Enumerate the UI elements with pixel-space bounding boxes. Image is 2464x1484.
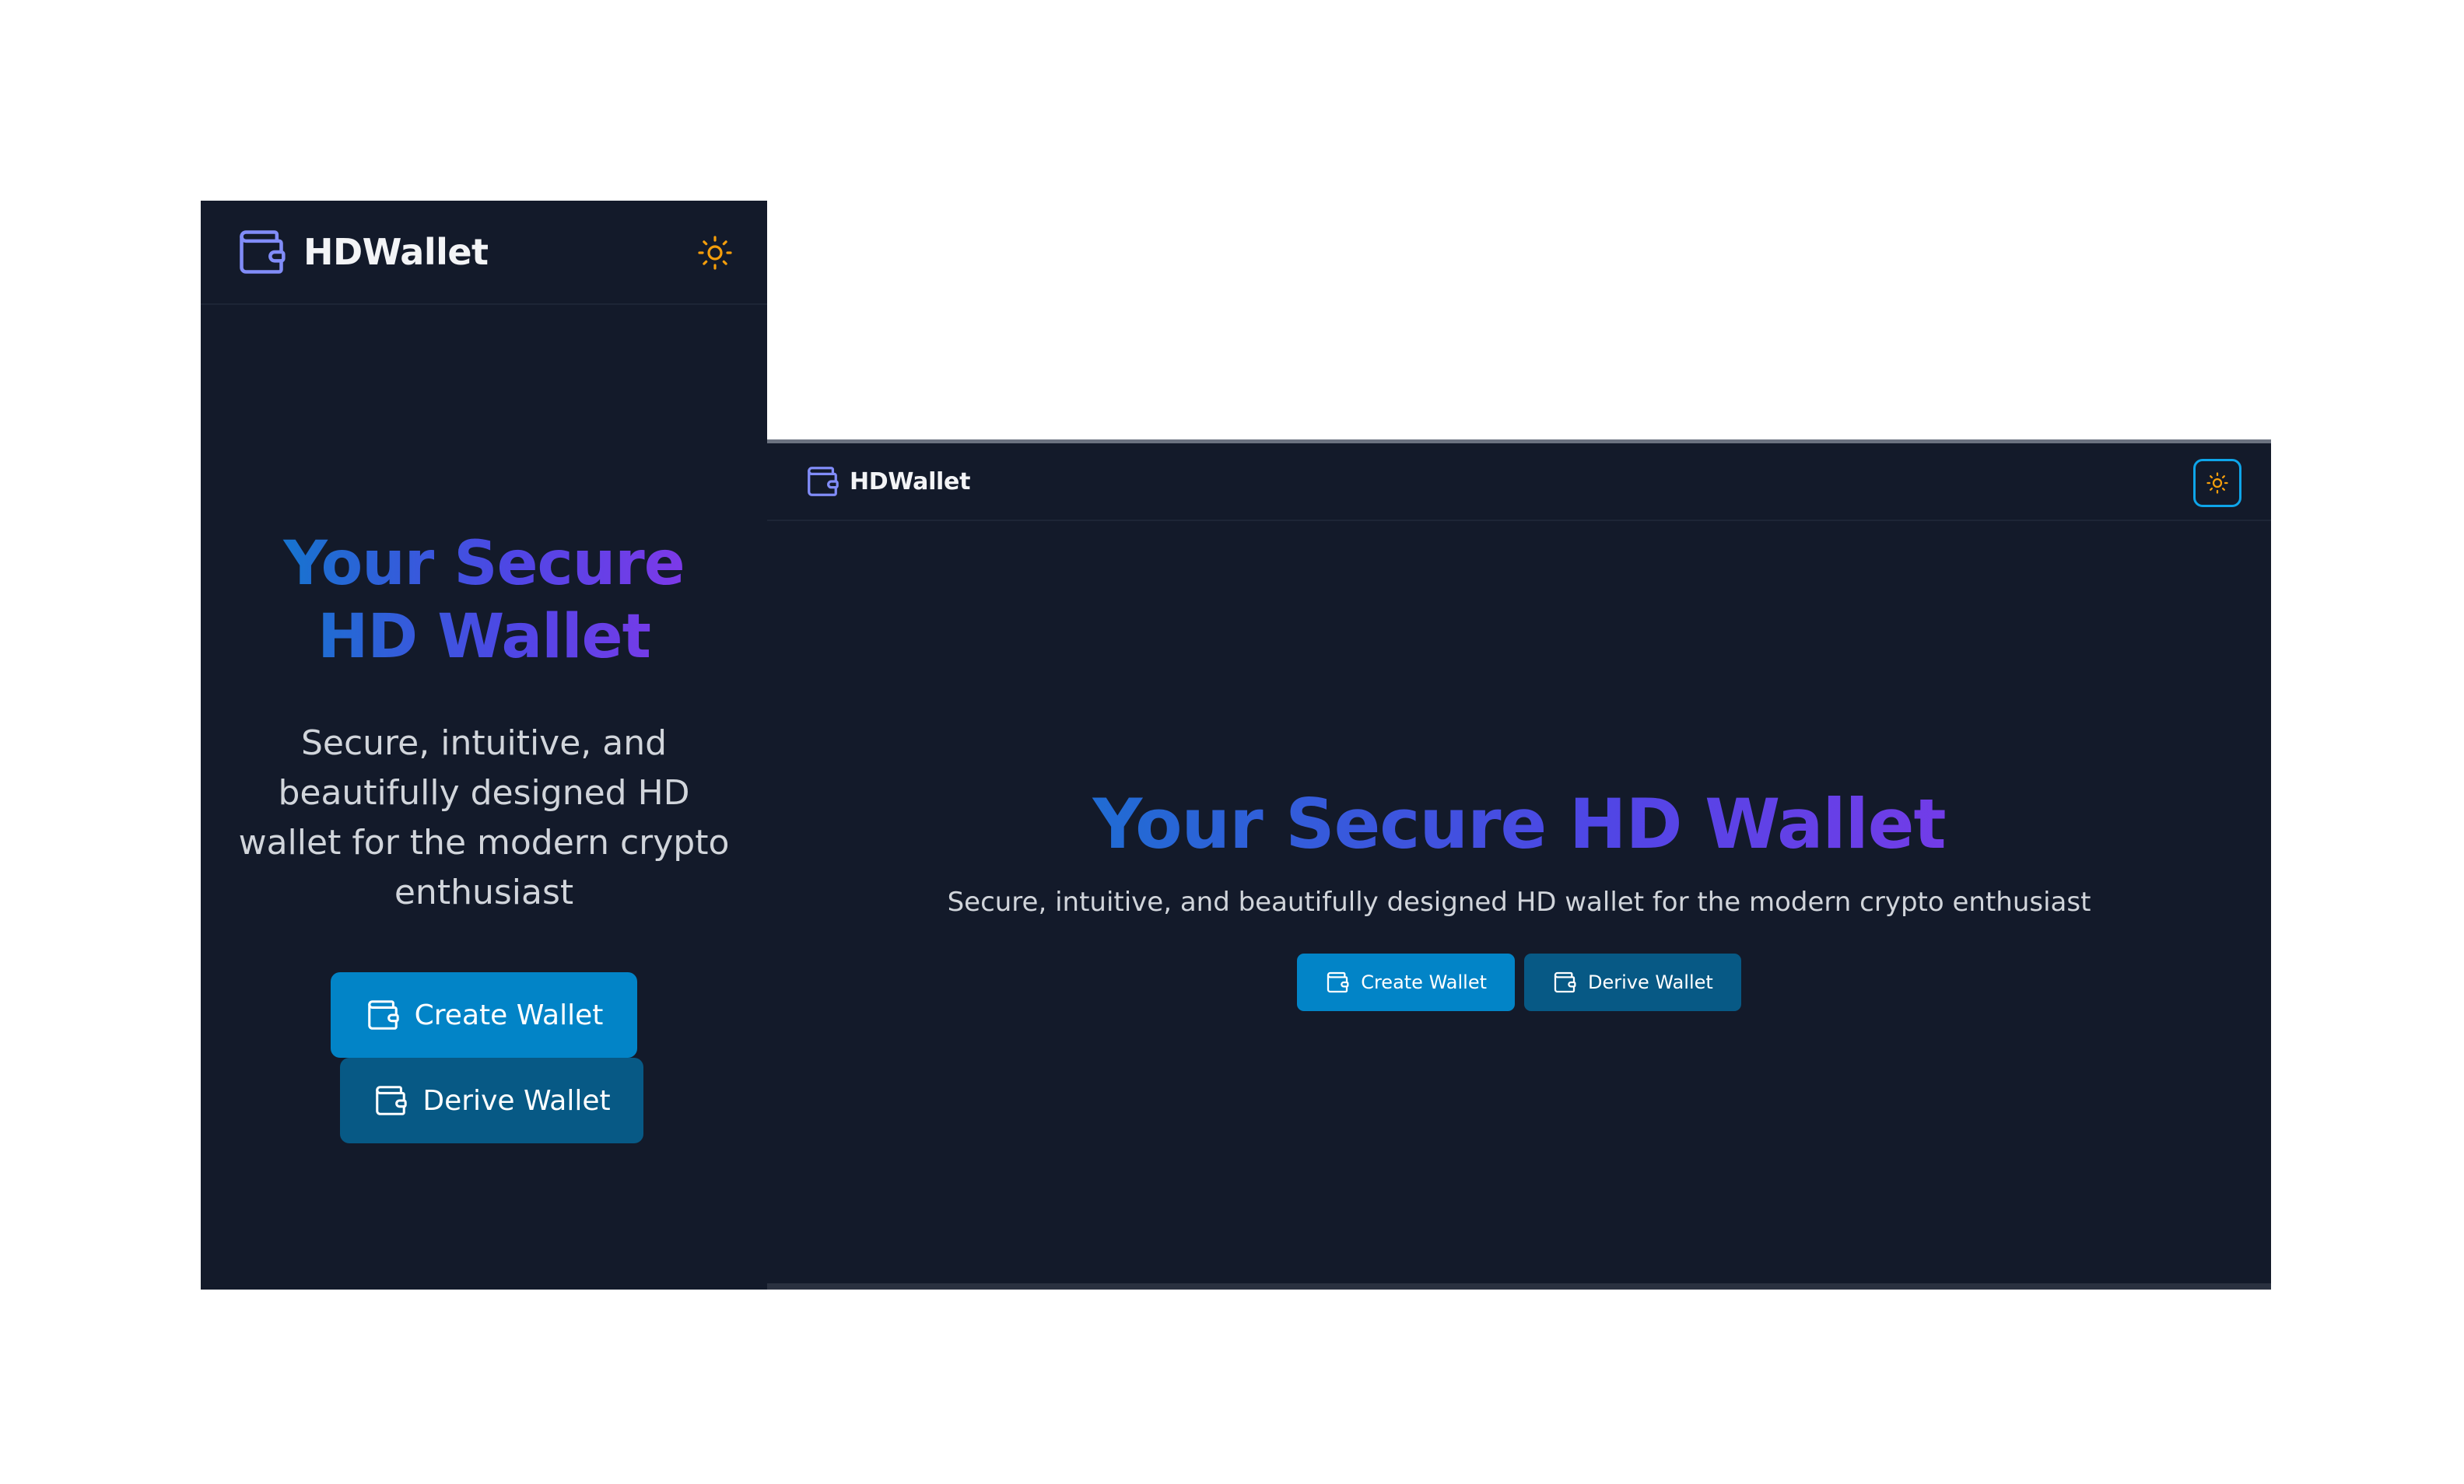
hero-title: Your Secure HD Wallet [201,527,767,674]
wallet-icon [1552,970,1588,995]
hero-subtitle: Secure, intuitive, and beautifully desig… [238,723,730,912]
navbar: HDWallet [767,443,2271,521]
brand[interactable]: HDWallet [804,464,970,499]
wallet-icon [804,464,840,499]
hero-section: Your Secure HD Wallet Secure, intuitive,… [767,786,2271,1011]
theme-toggle-button[interactable] [2193,459,2241,507]
sun-icon [696,234,734,271]
desktop-view: HDWallet Your Secure HD Wallet Secure, i… [767,439,2271,1290]
create-wallet-label: Create Wallet [1361,971,1487,993]
create-wallet-label: Create Wallet [414,999,604,1031]
brand[interactable]: HDWallet [235,226,489,278]
wallet-icon [1325,970,1361,995]
action-buttons: Create Wallet Derive Wallet [767,954,2271,1011]
create-wallet-button[interactable]: Create Wallet [1297,954,1515,1011]
hero-section: Your Secure HD Wallet Secure, intuitive,… [201,527,767,1143]
hero-subtitle: Secure, intuitive, and beautifully desig… [947,887,2091,918]
navbar: HDWallet [201,201,767,305]
derive-wallet-label: Derive Wallet [1588,971,1713,993]
mobile-view: HDWallet Your Secure HD Wallet Secure, i… [201,201,767,1290]
derive-wallet-button[interactable]: Derive Wallet [340,1058,643,1143]
hero-title: Your Secure HD Wallet [767,786,2271,863]
app-name: HDWallet [850,467,971,495]
app-name: HDWallet [303,231,489,273]
action-buttons: Create Wallet Derive Wallet [201,972,767,1143]
theme-toggle-button[interactable] [692,230,738,275]
sun-icon [2206,471,2229,495]
wallet-icon [235,226,288,278]
create-wallet-button[interactable]: Create Wallet [331,972,637,1058]
wallet-icon [365,997,415,1033]
derive-wallet-button[interactable]: Derive Wallet [1524,954,1741,1011]
derive-wallet-label: Derive Wallet [422,1084,611,1117]
wallet-icon [373,1083,422,1118]
horizontal-scrollbar[interactable] [767,1283,2271,1290]
